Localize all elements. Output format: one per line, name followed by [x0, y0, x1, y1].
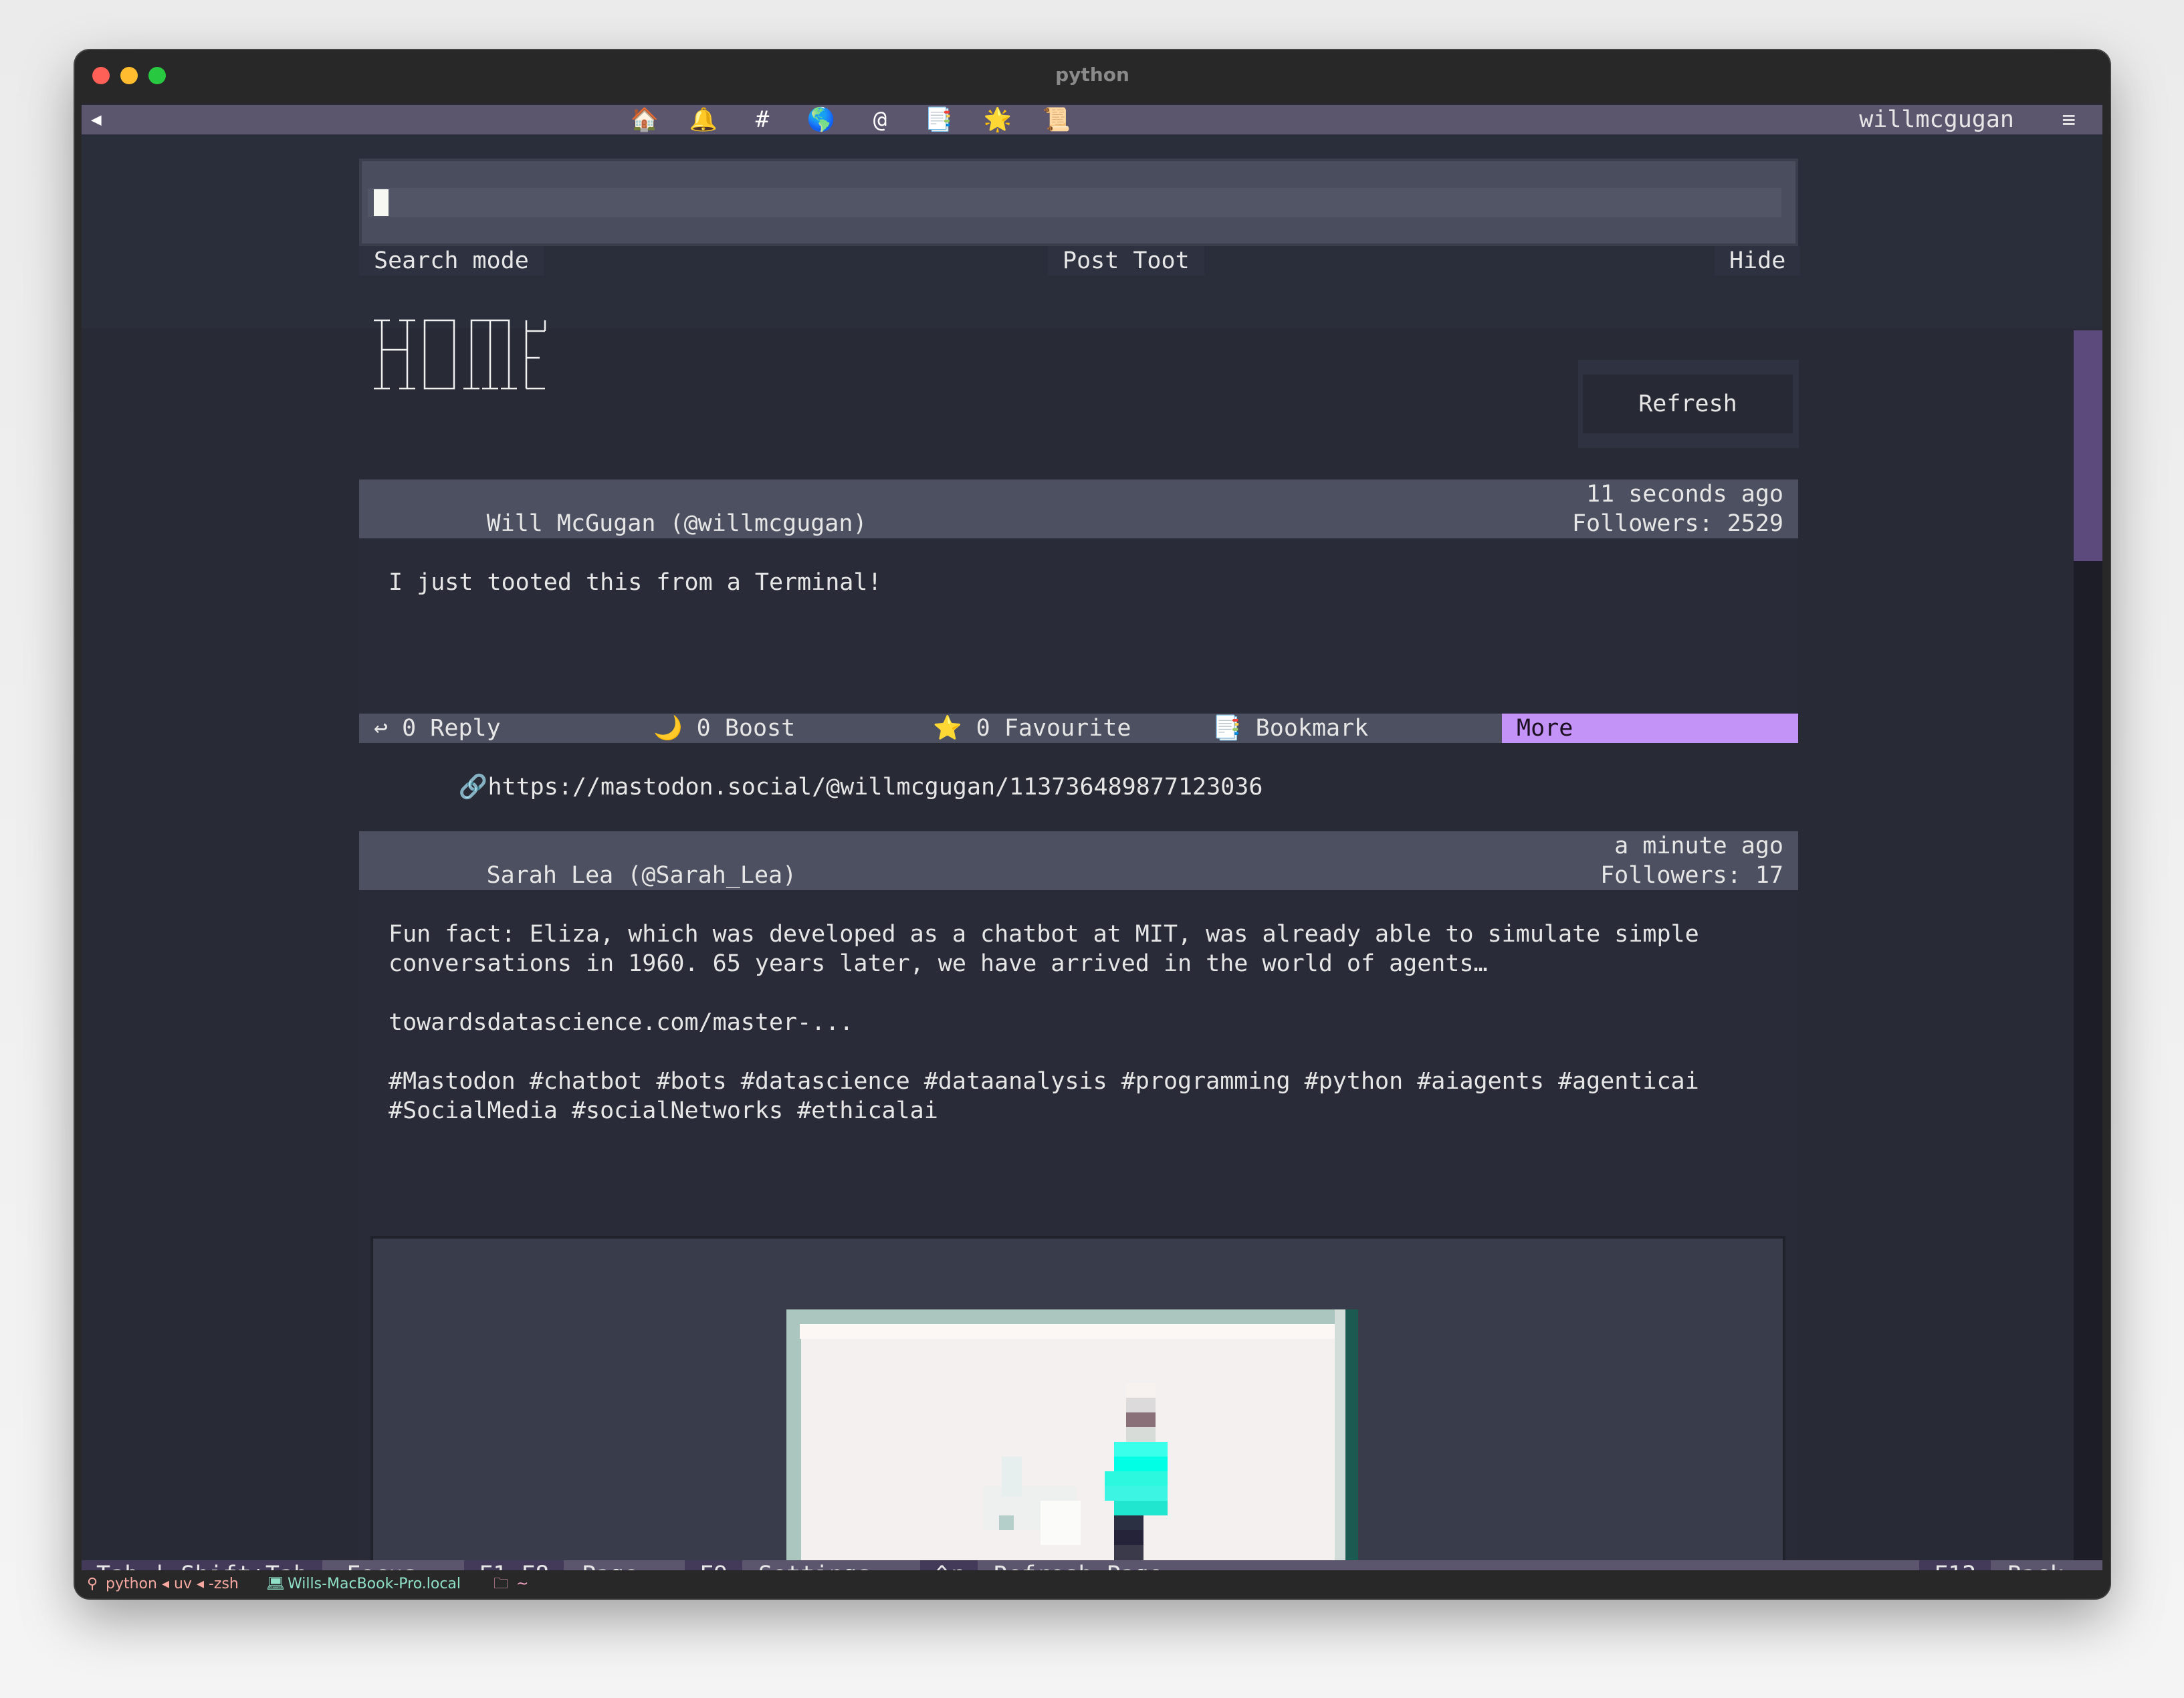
- menu-icon[interactable]: ≡: [2062, 105, 2076, 134]
- post-hashtags[interactable]: #SocialMedia #socialNetworks #ethicalai: [389, 1096, 938, 1126]
- lists-scroll-icon[interactable]: 📜: [1042, 105, 1071, 134]
- post-text-line: Fun fact: Eliza, which was developed as …: [389, 921, 1699, 948]
- post-body: I just tooted this from a Terminal!: [359, 538, 1798, 714]
- post-header: Sarah Lea (@Sarah_Lea) a minute ago 🔗htt…: [359, 831, 1798, 918]
- terminal-status-line: ⚲ python ◂ uv ◂ -zsh 💻︎ Wills-MacBook-Pr…: [75, 1570, 2110, 1598]
- post-link-text[interactable]: towardsdatascience.com/master-...: [389, 1008, 853, 1037]
- bookmark-icon[interactable]: 📑: [924, 105, 954, 134]
- favourite-star-icon: ⭐: [933, 715, 962, 742]
- footer-key-page[interactable]: F1-F8: [464, 1560, 564, 1570]
- followers-count: Followers: 17: [1600, 862, 1783, 889]
- footer-desc-refresh[interactable]: Refresh Page: [979, 1560, 1178, 1570]
- followers-count: Followers: 2529: [1571, 510, 1783, 537]
- hostname: Wills-MacBook-Pro.local: [288, 1576, 461, 1592]
- refresh-button[interactable]: Refresh: [1583, 375, 1793, 433]
- notifications-bell-icon[interactable]: 🔔: [689, 105, 718, 134]
- bookmark-button[interactable]: 📑 Bookmark: [1212, 714, 1368, 743]
- footer-desc-settings[interactable]: Settings: [744, 1560, 886, 1570]
- window-title: python: [1055, 64, 1129, 86]
- laptop-icon: 💻︎: [266, 1576, 285, 1592]
- hide-compose-button[interactable]: Hide: [1715, 246, 1801, 276]
- key-bindings-footer: Tab | Shift+Tab Focus F1-F8 Page F9 Sett…: [82, 1560, 2102, 1570]
- terminal-app: ◀ 🏠 🔔 # 🌎 @ 📑 🌟 📜 willmcgugan ≡ Search m…: [82, 104, 2102, 1570]
- post-time: a minute ago: [1614, 833, 1783, 859]
- post-url-link[interactable]: https://mastodon.social/@willmcgugan/113…: [487, 774, 1263, 801]
- folder-icon: 🗀: [494, 1576, 509, 1592]
- back-arrow-icon[interactable]: ◀: [91, 105, 102, 134]
- footer-desc-back[interactable]: Back: [1993, 1560, 2078, 1570]
- link-icon: 🔗: [458, 774, 488, 801]
- title-bar: python: [75, 50, 2110, 104]
- scrollbar-thumb[interactable]: [2074, 330, 2102, 561]
- post-url-row: 🔗https://mastodon.social/@willmcgugan/11…: [359, 743, 1798, 801]
- globe-icon[interactable]: 🌎: [806, 105, 836, 134]
- terminal-window: python ◀ 🏠 🔔 # 🌎 @ 📑 🌟 📜 willmcgugan ≡ S…: [75, 50, 2110, 1598]
- favourites-star-icon[interactable]: 🌟: [983, 105, 1012, 134]
- footer-desc-page[interactable]: Page: [567, 1560, 653, 1570]
- media-attachment-image[interactable]: [786, 1309, 1358, 1570]
- footer-key-focus[interactable]: Tab | Shift+Tab: [82, 1560, 323, 1570]
- footer-key-refresh[interactable]: ^r: [920, 1560, 978, 1570]
- boost-moon-icon: 🌙: [653, 715, 683, 742]
- more-button[interactable]: More: [1502, 714, 1798, 743]
- text-cursor: [374, 189, 389, 216]
- process-icon: ⚲: [87, 1576, 98, 1592]
- boost-button[interactable]: 🌙 0 Boost: [653, 714, 795, 743]
- username-label[interactable]: willmcgugan: [1859, 105, 2014, 134]
- home-icon[interactable]: 🏠: [630, 105, 659, 134]
- post-time: 11 seconds ago: [1586, 481, 1783, 508]
- post-text: I just tooted this from a Terminal!: [389, 569, 882, 596]
- footer-key-back[interactable]: F12: [1919, 1560, 1991, 1570]
- reply-button[interactable]: ↩ 0 Reply: [374, 714, 501, 743]
- top-toolbar: ◀ 🏠 🔔 # 🌎 @ 📑 🌟 📜 willmcgugan ≡: [82, 105, 2102, 134]
- post-actions: ↩ 0 Reply 🌙 0 Boost ⭐ 0 Favourite 📑 Book…: [359, 714, 1798, 743]
- post-text-line: conversations in 1960. 65 years later, w…: [389, 950, 1488, 977]
- current-directory: ~: [516, 1576, 529, 1592]
- post-toot-button[interactable]: Post Toot: [1048, 246, 1204, 276]
- mentions-at-icon[interactable]: @: [865, 105, 895, 134]
- reply-icon: ↩: [374, 715, 389, 742]
- search-mode-button[interactable]: Search mode: [359, 246, 544, 276]
- post-hashtags[interactable]: #Mastodon #chatbot #bots #datascience #d…: [389, 1067, 1699, 1096]
- post-header: Will McGugan (@willmcgugan) 11 seconds a…: [359, 480, 1798, 566]
- page-title-home: HOME: [374, 319, 546, 390]
- footer-desc-focus[interactable]: Focus: [332, 1560, 431, 1570]
- compose-input-line[interactable]: [368, 188, 1781, 217]
- process-chain: python ◂ uv ◂ -zsh: [106, 1576, 239, 1592]
- footer-key-settings[interactable]: F9: [685, 1560, 743, 1570]
- favourite-button[interactable]: ⭐ 0 Favourite: [933, 714, 1131, 743]
- bookmark-icon: 📑: [1212, 715, 1242, 742]
- hashtag-icon[interactable]: #: [748, 105, 777, 134]
